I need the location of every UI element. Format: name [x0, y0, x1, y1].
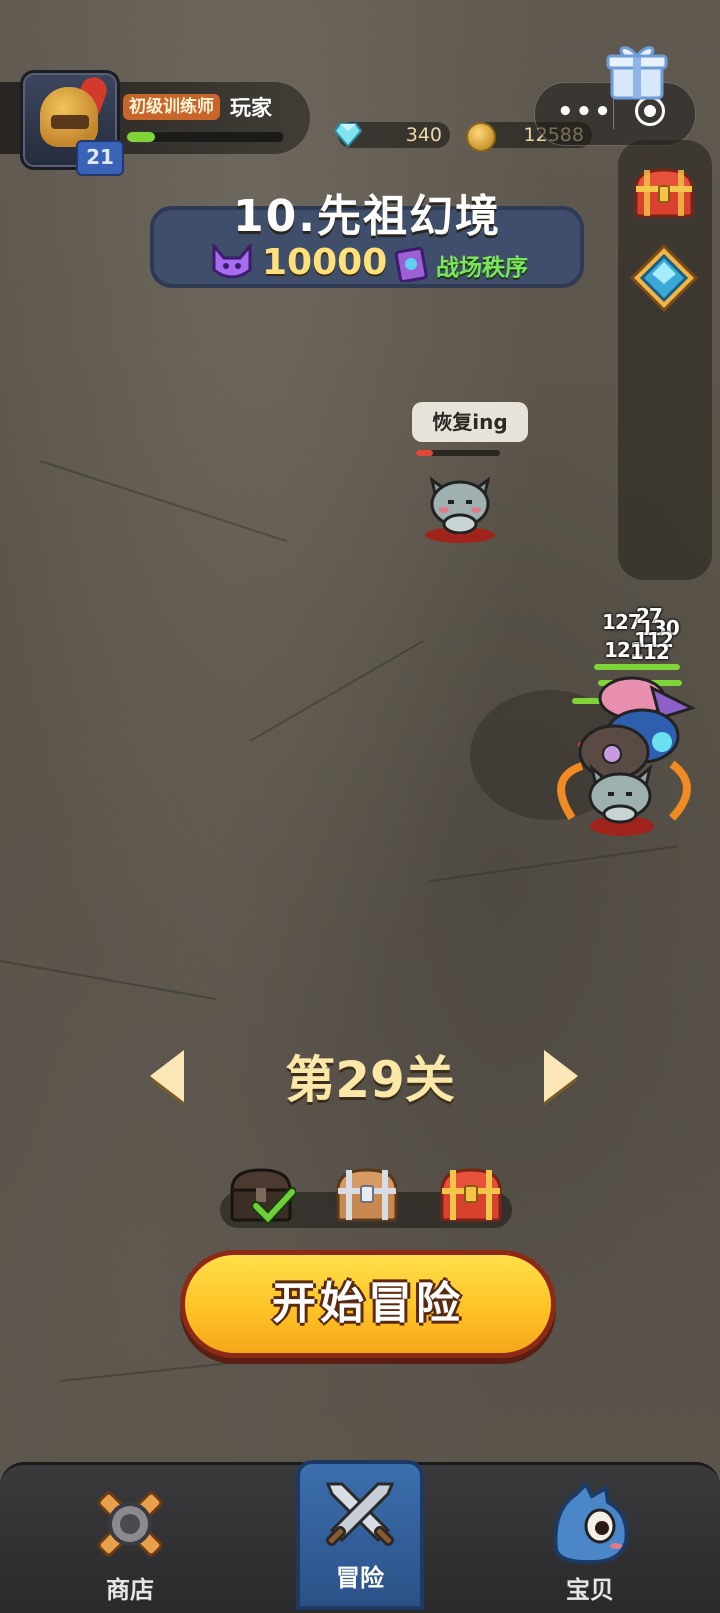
dragon-pet-icon: [553, 1480, 629, 1565]
gear-shop-icon: [97, 1491, 163, 1557]
demon-horns-icon: [212, 244, 252, 279]
start-adventure-button[interactable]: 开始冒险: [180, 1250, 556, 1358]
level-label: 第29关: [285, 1051, 455, 1109]
ground-crack: [39, 460, 288, 543]
player-rank-tag: 初级训练师: [123, 94, 220, 120]
ground-crack: [0, 960, 217, 1001]
xp-bar: [126, 131, 284, 143]
enemy-status-bubble: 恢复ing: [412, 402, 528, 442]
nav-label-adventure: 冒险: [336, 1564, 384, 1592]
ground-crack: [59, 1355, 289, 1382]
xp-bar-fill: [127, 132, 156, 142]
enemy-hp-fill: [416, 450, 433, 456]
gift-icon[interactable]: [606, 40, 668, 102]
nav-tab-adventure[interactable]: 冒险: [296, 1460, 424, 1610]
damage-number: 112: [630, 640, 670, 664]
nav-tab-shop[interactable]: 商店: [70, 1474, 190, 1604]
nav-label-shop: 商店: [106, 1576, 154, 1604]
gray-cat-enemy[interactable]: [426, 472, 494, 534]
book-icon[interactable]: [394, 246, 428, 282]
treasure-chest-icon[interactable]: [632, 166, 696, 220]
nav-tab-pets[interactable]: 宝贝: [530, 1474, 650, 1604]
nav-label-pets: 宝贝: [566, 1576, 614, 1604]
crystal-emblem-icon[interactable]: [630, 244, 698, 312]
ground-crack: [249, 640, 424, 742]
player-level-badge: 21: [76, 140, 124, 176]
claimed-chest-icon[interactable]: [226, 1164, 296, 1226]
capsule-divider: [613, 99, 614, 129]
gem-count: 340: [405, 124, 442, 146]
more-menu-icon[interactable]: •••: [557, 97, 613, 127]
silver-chest-icon[interactable]: [332, 1164, 402, 1226]
player-name: 玩家: [230, 96, 272, 120]
coin-icon: [466, 122, 496, 152]
next-level-button[interactable]: [544, 1050, 578, 1102]
gold-chest-icon[interactable]: [436, 1164, 506, 1226]
helmet-visor: [51, 115, 89, 129]
battlefield-order-link[interactable]: 战场秩序: [436, 248, 528, 282]
battle-monster-cluster[interactable]: [552, 668, 702, 858]
enemy-hp-bar: [416, 450, 500, 456]
previous-level-button[interactable]: [150, 1050, 184, 1102]
power-value: 10000: [262, 242, 388, 283]
crossed-swords-icon: [325, 1482, 395, 1547]
diamond-icon: [334, 123, 362, 147]
stage-title: 10.先祖幻境: [233, 191, 501, 242]
